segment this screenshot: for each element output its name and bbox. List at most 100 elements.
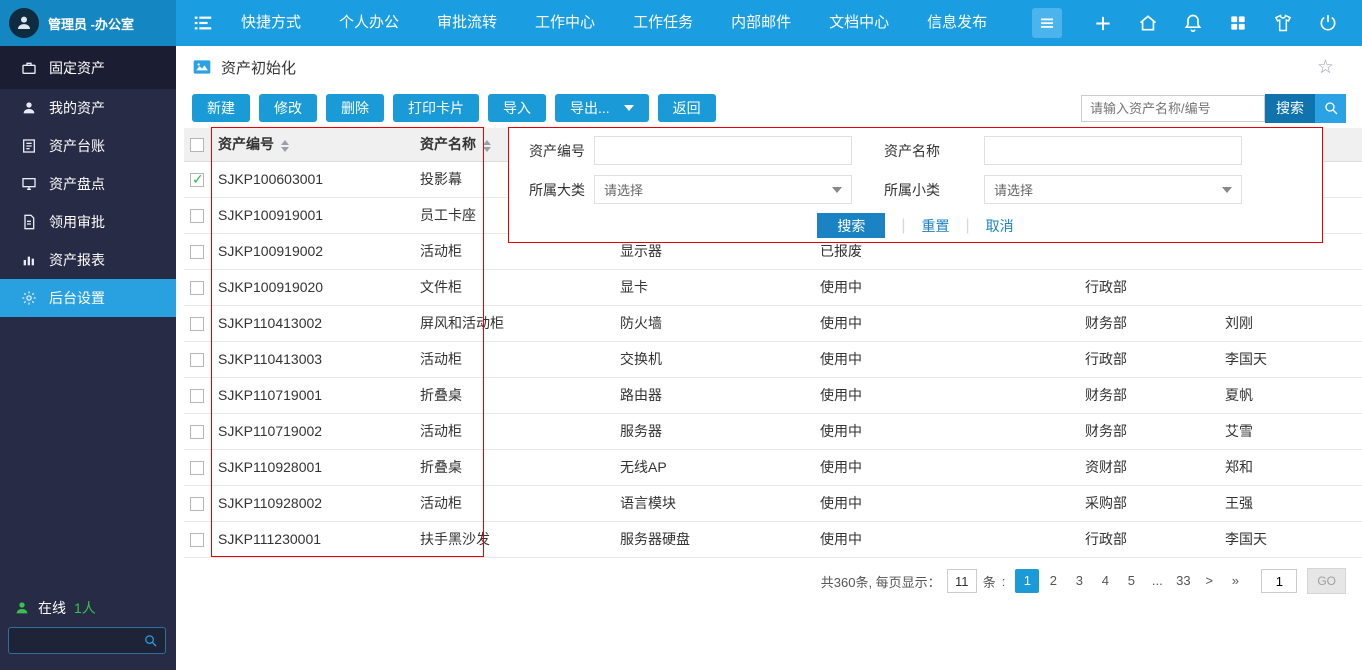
sidebar-item-asset-ledger[interactable]: 资产台账 <box>0 127 176 165</box>
topbar-nav-item[interactable]: 工作中心 <box>516 0 614 46</box>
row-checkbox[interactable] <box>190 353 204 367</box>
power-icon[interactable] <box>1318 13 1338 33</box>
topbar-nav-item[interactable]: 文档中心 <box>810 0 908 46</box>
table-row[interactable]: SJKP111230001 扶手黑沙发 服务器硬盘 使用中 行政部 李国天 <box>184 521 1362 557</box>
page-button[interactable]: » <box>1223 569 1247 593</box>
sidebar-item-approval[interactable]: 领用审批 <box>0 203 176 241</box>
new-button[interactable]: 新建 <box>192 94 250 122</box>
page-button[interactable]: 33 <box>1171 569 1195 593</box>
topbar-nav-item[interactable]: 信息发布 <box>908 0 1006 46</box>
row-checkbox[interactable] <box>190 461 204 475</box>
subcategory-select[interactable]: 请选择 <box>984 175 1242 204</box>
row-checkbox[interactable] <box>190 425 204 439</box>
row-checkbox[interactable] <box>190 173 204 187</box>
topbar-nav-item[interactable]: 内部邮件 <box>712 0 810 46</box>
page-button[interactable]: ... <box>1145 569 1169 593</box>
name-field-input[interactable] <box>984 136 1242 165</box>
topbar-nav-item[interactable]: 工作任务 <box>614 0 712 46</box>
person-icon <box>21 100 37 116</box>
cell-asset-status: 使用中 <box>812 305 1077 341</box>
category-select-value: 请选择 <box>604 180 643 199</box>
sidebar-item-asset-reports[interactable]: 资产报表 <box>0 241 176 279</box>
import-button[interactable]: 导入 <box>488 94 546 122</box>
row-checkbox[interactable] <box>190 389 204 403</box>
row-checkbox[interactable] <box>190 497 204 511</box>
table-row[interactable]: SJKP110719002 活动柜 服务器 使用中 财务部 艾雪 <box>184 413 1362 449</box>
plus-icon[interactable] <box>1093 13 1113 33</box>
search-button[interactable]: 搜索 <box>1265 94 1315 123</box>
page-button[interactable]: 5 <box>1119 569 1143 593</box>
row-checkbox[interactable] <box>190 317 204 331</box>
pagination-separator: : <box>1002 574 1006 589</box>
cell-asset-model: 无线AP <box>612 449 812 485</box>
page-size-input[interactable] <box>947 569 977 593</box>
panel-cancel-button[interactable]: 取消 <box>986 216 1014 236</box>
topbar-actions <box>1093 13 1362 33</box>
panel-search-button[interactable]: 搜索 <box>817 213 885 238</box>
asset-search-input[interactable] <box>1081 95 1265 122</box>
page-button[interactable]: 2 <box>1041 569 1065 593</box>
online-count: 1人 <box>74 598 96 618</box>
code-field-input[interactable] <box>594 136 852 165</box>
user-brand[interactable]: 管理员 -办公室 <box>0 0 176 46</box>
sidebar-item-label: 资产台账 <box>49 136 105 156</box>
table-row[interactable]: SJKP110719001 折叠桌 路由器 使用中 财务部 夏帆 <box>184 377 1362 413</box>
search-icon[interactable] <box>143 633 158 648</box>
page-button[interactable]: 1 <box>1015 569 1039 593</box>
sidebar-item-admin-settings[interactable]: 后台设置 <box>0 279 176 317</box>
page-button[interactable]: 4 <box>1093 569 1117 593</box>
online-status: 在线 1人 <box>14 598 96 618</box>
gear-icon <box>21 290 37 306</box>
page-title: 资产初始化 <box>221 57 296 78</box>
page-button[interactable]: 3 <box>1067 569 1091 593</box>
table-row[interactable]: SJKP110928001 折叠桌 无线AP 使用中 资财部 郑和 <box>184 449 1362 485</box>
sidebar-item-asset-inventory[interactable]: 资产盘点 <box>0 165 176 203</box>
search-icon-button[interactable] <box>1315 94 1346 123</box>
back-button[interactable]: 返回 <box>658 94 716 122</box>
sort-icon[interactable] <box>281 140 289 152</box>
select-all-checkbox[interactable] <box>190 138 204 152</box>
topbar-nav-item[interactable]: 个人办公 <box>320 0 418 46</box>
table-row[interactable]: SJKP110413003 活动柜 交换机 使用中 行政部 李国天 <box>184 341 1362 377</box>
advanced-search-panel: 资产编号 资产名称 所属大类 请选择 所属小类 请选择 搜索 | 重置 | 取消 <box>508 127 1323 243</box>
print-card-button[interactable]: 打印卡片 <box>393 94 479 122</box>
go-button[interactable]: GO <box>1307 568 1346 594</box>
table-row[interactable]: SJKP110928002 活动柜 语言模块 使用中 采购部 王强 <box>184 485 1362 521</box>
category-select[interactable]: 请选择 <box>594 175 852 204</box>
row-checkbox[interactable] <box>190 209 204 223</box>
cell-asset-name: 扶手黑沙发 <box>412 521 612 557</box>
apps-grid-icon[interactable] <box>1228 13 1248 33</box>
export-dropdown-button[interactable]: 导出... <box>555 94 649 122</box>
bell-icon[interactable] <box>1183 13 1203 33</box>
topbar-nav-item[interactable]: 快捷方式 <box>222 0 320 46</box>
cell-asset-user: 李国天 <box>1217 341 1362 377</box>
sidebar-search-input[interactable] <box>9 633 143 648</box>
header-asset-code[interactable]: 资产编号 <box>210 128 412 161</box>
sidebar-item-label: 资产报表 <box>49 250 105 270</box>
home-icon[interactable] <box>1138 13 1158 33</box>
header-asset-code-label: 资产编号 <box>218 136 274 152</box>
delete-button[interactable]: 删除 <box>326 94 384 122</box>
online-person-icon <box>14 600 30 616</box>
list-menu-icon[interactable] <box>192 12 214 34</box>
goto-page-input[interactable] <box>1261 569 1297 593</box>
topbar-nav-item[interactable]: 审批流转 <box>418 0 516 46</box>
sidebar-item-fixed-assets[interactable]: 固定资产 <box>0 46 176 89</box>
page-button[interactable]: > <box>1197 569 1221 593</box>
sidebar-item-my-assets[interactable]: 我的资产 <box>0 89 176 127</box>
theme-shirt-icon[interactable] <box>1273 13 1293 33</box>
row-checkbox[interactable] <box>190 281 204 295</box>
cell-asset-code: SJKP100603001 <box>210 161 412 197</box>
row-checkbox[interactable] <box>190 245 204 259</box>
divider: | <box>966 217 970 235</box>
cell-asset-user: 刘刚 <box>1217 305 1362 341</box>
panel-reset-button[interactable]: 重置 <box>922 216 950 236</box>
topbar: 管理员 -办公室 快捷方式个人办公审批流转工作中心工作任务内部邮件文档中心信息发… <box>0 0 1362 46</box>
favorite-star-icon[interactable]: ☆ <box>1317 58 1346 77</box>
sort-icon[interactable] <box>483 140 491 152</box>
edit-button[interactable]: 修改 <box>259 94 317 122</box>
hamburger-menu-button[interactable] <box>1032 8 1062 38</box>
row-checkbox[interactable] <box>190 533 204 547</box>
table-row[interactable]: SJKP110413002 屏风和活动柜 防火墙 使用中 财务部 刘刚 <box>184 305 1362 341</box>
table-row[interactable]: SJKP100919020 文件柜 显卡 使用中 行政部 <box>184 269 1362 305</box>
